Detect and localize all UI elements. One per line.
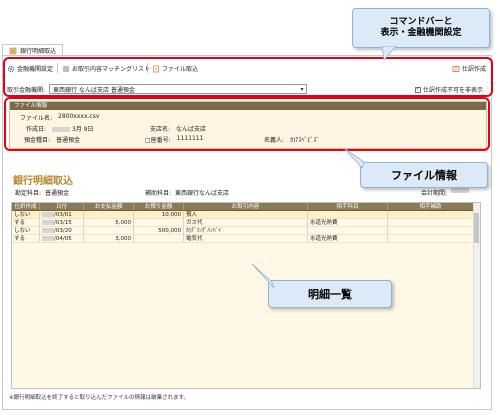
col-date[interactable]: 日付 [40,203,84,210]
sub-subject-value: 東西銀行なんば支店 [175,190,230,197]
cell-deposit: 10,000 [134,211,184,218]
col-subject[interactable]: 相手科目 [308,203,388,210]
col-payment[interactable]: お支払金額 [84,203,134,210]
detail-table: 仕訳作成 日付 お支払金額 お預り金額 お取引内容 相手科目 相手補助 しない … [11,202,481,389]
col-sub-subject[interactable]: 相手補助 [388,203,474,210]
command-callout-pointer [381,46,397,61]
cell-deposit [134,235,184,242]
cell-deposit [134,219,184,226]
cell-sub-subject[interactable] [388,235,474,242]
table-row[interactable]: する /04/05 3,000 電気代 水道光熱費 [12,235,480,243]
detail-list-callout: 明細一覧 [268,280,392,308]
cell-sub-subject[interactable] [388,211,474,218]
vertical-scrollbar[interactable] [473,203,480,388]
cell-description: ｶ)ｸﾞﾘﾝｸﾞﾊﾝﾊﾞｲ [184,227,308,234]
account-subject-row: 勘定科目: 普通預金 [15,188,69,197]
cell-payment [84,211,134,218]
cell-subject[interactable]: 水道光熱費 [308,235,388,242]
cell-sub-subject[interactable] [388,219,474,226]
sub-subject-label: 補助科目: [145,190,172,197]
cell-description: 預入 [184,211,308,218]
command-bar-callout: コマンドバーと 表示・金融機関設定 [352,8,490,48]
redacted-year [42,220,54,225]
file-info-callout-pointer [343,148,365,168]
command-callout-line2: 表示・金融機関設定 [380,28,462,38]
redacted-year [42,236,54,241]
command-bar-highlight [3,57,493,97]
cell-create[interactable]: しない [12,211,40,218]
account-subject-label: 勘定科目: [15,190,42,197]
detail-title: 銀行明細取込 [13,176,73,187]
redacted-period [451,188,470,193]
screenshot-frame: 銀行明細取込 金融機関設定 お取引内容マッチングリスト ファイル取込 仕訳作成 … [0,0,500,415]
redacted-year [42,228,54,233]
col-deposit[interactable]: お預り金額 [134,203,184,210]
cell-sub-subject[interactable] [388,227,474,234]
file-info-highlight [4,97,490,151]
detail-panel: 銀行明細取込 勘定科目: 普通預金 補助科目: 東西銀行なんば支店 会計期間: … [9,166,487,401]
table-row[interactable]: しない /03/01 10,000 預入 [12,211,480,219]
table-header: 仕訳作成 日付 お支払金額 お預り金額 お取引内容 相手科目 相手補助 [12,203,480,211]
sub-subject-row: 補助科目: 東西銀行なんば支店 [145,188,229,197]
file-info-callout: ファイル情報 [360,162,488,188]
account-subject-value: 普通預金 [45,190,70,197]
cell-description: 電気代 [184,235,308,242]
redacted-year [42,212,54,217]
footer-note: ※銀行明細取込を終了すると取り込んだファイルの情報は破棄されます。 [9,395,190,401]
col-description[interactable]: お取引内容 [184,203,308,210]
cell-payment: 3,000 [84,235,134,242]
scrollbar-thumb[interactable] [474,213,479,243]
detail-list-callout-pointer [251,263,275,288]
cell-create[interactable]: する [12,219,40,226]
cell-payment: 5,000 [84,219,134,226]
cell-date: /03/15 [54,220,72,226]
cell-create[interactable]: しない [12,227,40,234]
period-label: 会計期間: [421,190,448,197]
command-callout-line1: コマンドバーと [389,17,453,27]
cell-subject[interactable] [308,227,388,234]
cell-description: ガス代 [184,219,308,226]
cell-subject[interactable] [308,211,388,218]
cell-date: /03/01 [54,212,72,218]
cell-date: /03/20 [54,228,72,234]
cell-date: /04/05 [54,236,72,242]
import-icon [9,47,17,55]
cell-create[interactable]: する [12,235,40,242]
period-row: 会計期間: [421,188,470,197]
tab-label: 銀行明細取込 [20,48,57,55]
cell-payment [84,227,134,234]
col-create[interactable]: 仕訳作成 [12,203,40,210]
cell-subject[interactable]: 水道光熱費 [308,219,388,226]
table-row[interactable]: しない /03/20 500,000 ｶ)ｸﾞﾘﾝｸﾞﾊﾝﾊﾞｲ [12,227,480,235]
cell-deposit: 500,000 [134,227,184,234]
table-row[interactable]: する /03/15 5,000 ガス代 水道光熱費 [12,219,480,227]
